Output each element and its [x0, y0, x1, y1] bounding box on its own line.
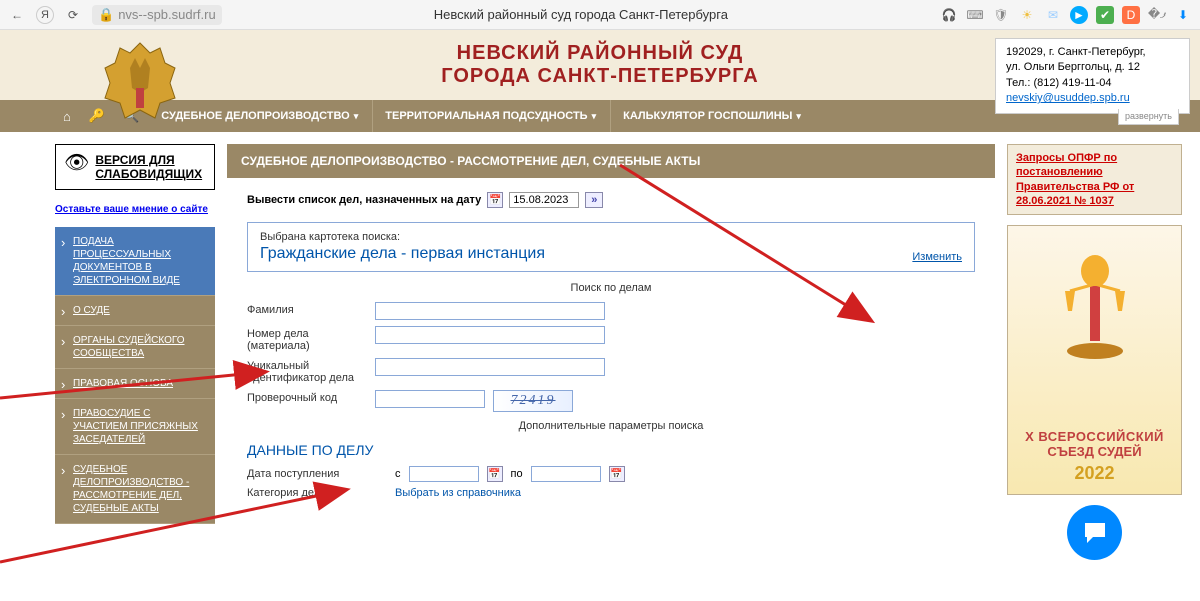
chevron-down-icon: ▾: [592, 111, 597, 122]
date-input[interactable]: [509, 192, 579, 208]
weather-icon[interactable]: ☀: [1018, 6, 1036, 24]
contact-phone: Тел.: (812) 419-11-04: [1006, 76, 1179, 91]
browser-chrome: ← Я ⟳ 🔒 nvs--spb.sudrf.ru Невский районны…: [0, 0, 1200, 30]
sidebar-right: Запросы ОПФР по постановлению Правительс…: [1007, 144, 1182, 560]
main-content: СУДЕБНОЕ ДЕЛОПРОИЗВОДСТВО - РАССМОТРЕНИЕ…: [227, 144, 995, 560]
tab-title: Невский районный суд города Санкт-Петерб…: [232, 7, 930, 22]
uid-label: Уникальный идентификатор дела: [247, 358, 367, 384]
case-input[interactable]: [375, 326, 605, 344]
change-link[interactable]: Изменить: [912, 251, 962, 263]
ext1-icon[interactable]: ►: [1070, 6, 1088, 24]
date-label: Вывести список дел, назначенных на дату: [247, 194, 481, 206]
sidebar-item-legal[interactable]: ПРАВОВАЯ ОСНОВА: [55, 369, 215, 399]
category-label: Категория дела: [247, 487, 387, 499]
go-button[interactable]: »: [585, 192, 603, 208]
sidebar-item-about[interactable]: О СУДЕ: [55, 296, 215, 326]
nav-jurisdiction[interactable]: ТЕРРИТОРИАЛЬНАЯ ПОДСУДНОСТЬ▾: [372, 100, 608, 132]
expand-button[interactable]: развернуть: [1118, 109, 1179, 125]
date-received-label: Дата поступления: [247, 468, 387, 480]
chevron-down-icon: ▾: [796, 111, 801, 122]
search-title: Поиск по делам: [247, 282, 975, 294]
captcha-input[interactable]: [375, 390, 485, 408]
contact-address2: ул. Ольги Берггольц, д. 12: [1006, 60, 1179, 75]
congress-banner[interactable]: X ВСЕРОССИЙСКИЙ СЪЕЗД СУДЕЙ 2022: [1007, 225, 1182, 495]
contact-address1: 192029, г. Санкт-Петербург,: [1006, 45, 1179, 60]
breadcrumb: СУДЕБНОЕ ДЕЛОПРОИЗВОДСТВО - РАССМОТРЕНИЕ…: [227, 144, 995, 178]
sidebar-left: 👁 ВЕРСИЯ ДЛЯ СЛАБОВИДЯЩИХ Оставьте ваше …: [55, 144, 215, 560]
back-button[interactable]: ←: [8, 6, 26, 24]
mail-icon[interactable]: ✉: [1044, 6, 1062, 24]
yandex-button[interactable]: Я: [36, 6, 54, 24]
side-menu: ПОДАЧА ПРОЦЕССУАЛЬНЫХ ДОКУМЕНТОВ В ЭЛЕКТ…: [55, 227, 215, 524]
selected-index: Гражданские дела - первая инстанция: [260, 245, 545, 263]
date-from-input[interactable]: [409, 466, 479, 482]
notice-box: Запросы ОПФР по постановлению Правительс…: [1007, 144, 1182, 215]
extra-params-title: Дополнительные параметры поиска: [247, 420, 975, 432]
calendar-from-button[interactable]: 📅: [487, 466, 503, 482]
surname-input[interactable]: [375, 302, 605, 320]
uid-input[interactable]: [375, 358, 605, 376]
banner-sub: СЪЕЗД СУДЕЙ: [1047, 444, 1141, 459]
lock-icon: 🔒: [98, 7, 114, 23]
case-label: Номер дела (материала): [247, 326, 367, 352]
site-title-1: НЕВСКИЙ РАЙОННЫЙ СУД: [441, 42, 758, 65]
surname-label: Фамилия: [247, 302, 367, 316]
search-index-card: Выбрана картотека поиска: Гражданские де…: [247, 222, 975, 272]
page-header: НЕВСКИЙ РАЙОННЫЙ СУД ГОРОДА САНКТ-ПЕТЕРБ…: [0, 30, 1200, 100]
contact-email[interactable]: nevskiy@usuddep.spb.ru: [1006, 92, 1130, 104]
shield-icon[interactable]: 🛡: [992, 6, 1010, 24]
sidebar-item-proceedings[interactable]: СУДЕБНОЕ ДЕЛОПРОИЗВОДСТВО - РАССМОТРЕНИЕ…: [55, 455, 215, 524]
address-bar[interactable]: 🔒 nvs--spb.sudrf.ru: [92, 5, 222, 25]
chat-button[interactable]: [1067, 505, 1122, 560]
coat-of-arms-icon: [100, 38, 180, 127]
eye-icon: 👁: [64, 153, 89, 173]
banner-year: 2022: [1074, 463, 1114, 484]
reload-button[interactable]: ⟳: [64, 6, 82, 24]
contact-box: 192029, г. Санкт-Петербург, ул. Ольги Бе…: [995, 38, 1190, 114]
card-label: Выбрана картотека поиска:: [260, 231, 962, 243]
nav-calculator[interactable]: КАЛЬКУЛЯТОР ГОСПОШЛИНЫ▾: [610, 100, 813, 132]
accessibility-link[interactable]: ВЕРСИЯ ДЛЯ СЛАБОВИДЯЩИХ: [95, 153, 206, 181]
calendar-button[interactable]: 📅: [487, 192, 503, 208]
nav-proceedings[interactable]: СУДЕБНОЕ ДЕЛОПРОИЗВОДСТВО▾: [149, 100, 370, 132]
keyboard-icon[interactable]: ⌨: [966, 6, 984, 24]
calendar-to-button[interactable]: 📅: [609, 466, 625, 482]
ext2-icon[interactable]: ✔: [1096, 6, 1114, 24]
banner-title: X ВСЕРОССИЙСКИЙ: [1025, 429, 1164, 444]
ext3-icon[interactable]: D: [1122, 6, 1140, 24]
home-icon[interactable]: ⌂: [55, 109, 79, 124]
justice-icon: [1050, 236, 1140, 366]
accessibility-box[interactable]: 👁 ВЕРСИЯ ДЛЯ СЛАБОВИДЯЩИХ: [55, 144, 215, 190]
data-section-title: ДАННЫЕ ПО ДЕЛУ: [247, 442, 975, 458]
captcha-label: Проверочный код: [247, 390, 367, 404]
notice-link[interactable]: Запросы ОПФР по постановлению Правительс…: [1016, 152, 1134, 207]
sidebar-item-electronic[interactable]: ПОДАЧА ПРОЦЕССУАЛЬНЫХ ДОКУМЕНТОВ В ЭЛЕКТ…: [55, 227, 215, 296]
downloads-icon[interactable]: ⬇: [1174, 6, 1192, 24]
sidebar-item-jury[interactable]: ПРАВОСУДИЕ С УЧАСТИЕМ ПРИСЯЖНЫХ ЗАСЕДАТЕ…: [55, 399, 215, 455]
chevron-down-icon: ▾: [354, 111, 359, 122]
site-title-2: ГОРОДА САНКТ-ПЕТЕРБУРГА: [441, 65, 758, 88]
favorites-icon[interactable]: �ފ: [1148, 6, 1166, 24]
sidebar-item-bodies[interactable]: ОРГАНЫ СУДЕЙСКОГО СООБЩЕСТВА: [55, 326, 215, 369]
pick-reference-link[interactable]: Выбрать из справочника: [395, 487, 521, 499]
feedback-link[interactable]: Оставьте ваше мнение о сайте: [55, 204, 215, 215]
captcha-image: 72419: [493, 390, 573, 412]
headphones-icon[interactable]: 🎧: [940, 6, 958, 24]
date-to-input[interactable]: [531, 466, 601, 482]
url-text: nvs--spb.sudrf.ru: [118, 7, 216, 22]
